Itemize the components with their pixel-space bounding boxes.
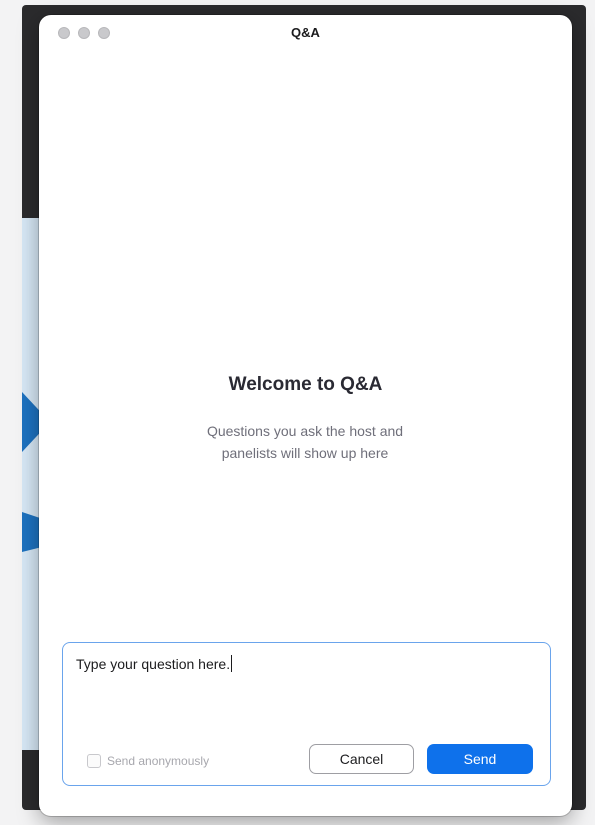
send-anonymously-label: Send anonymously [107, 754, 210, 768]
qa-window: Q&A Welcome to Q&A Questions you ask the… [39, 15, 572, 816]
cancel-button[interactable]: Cancel [309, 744, 414, 774]
question-compose-box: Type your question here. Send anonymousl… [62, 642, 551, 786]
question-input[interactable]: Type your question here. [76, 655, 536, 725]
send-anonymously-checkbox[interactable] [87, 754, 101, 768]
send-anonymously-option[interactable]: Send anonymously [87, 752, 209, 770]
empty-state-heading: Welcome to Q&A [228, 374, 383, 395]
empty-state-line: Questions you ask the host and [206, 423, 404, 439]
send-button[interactable]: Send [427, 744, 533, 774]
empty-state-description: Questions you ask the host and panelists… [155, 420, 455, 464]
empty-state-line: panelists will show up here [221, 445, 389, 461]
question-input-text: Type your question here. [76, 656, 231, 672]
text-caret [231, 655, 233, 672]
title-bar[interactable]: Q&A [39, 15, 572, 53]
window-title: Q&A [291, 25, 320, 40]
